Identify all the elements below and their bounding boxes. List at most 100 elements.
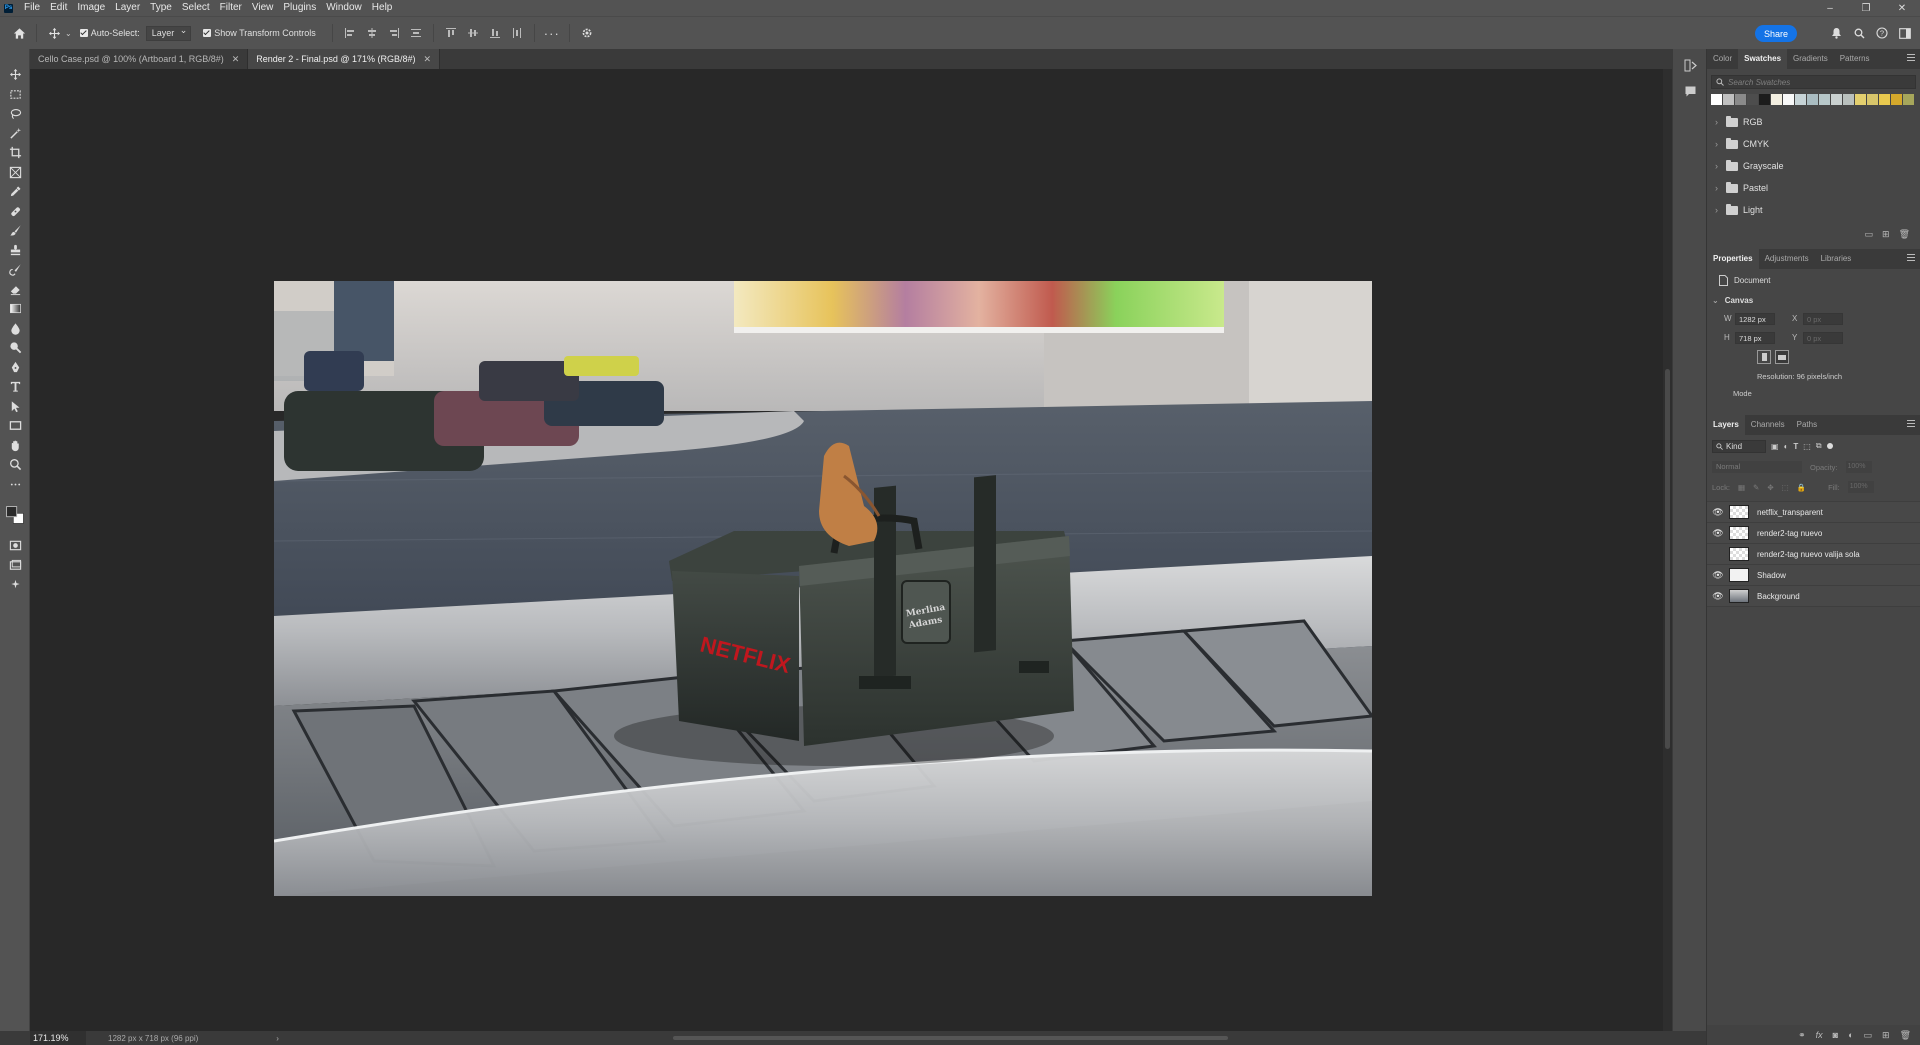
menu-view[interactable]: View [247,0,279,16]
align-right-icon[interactable] [383,22,405,44]
image-filter-icon[interactable]: ▣ [1771,442,1779,451]
swatch[interactable] [1891,94,1902,105]
menu-file[interactable]: File [19,0,45,16]
width-field[interactable]: 1282 px [1735,312,1775,325]
layer-row-shadow[interactable]: 👁 Shadow [1707,565,1920,586]
swatch-search-input[interactable]: Search Swatches [1711,75,1916,89]
frame-tool-icon[interactable] [0,163,30,183]
new-group-icon[interactable]: ▭ [1864,1030,1873,1041]
help-icon[interactable]: ? [1875,26,1889,40]
magic-wand-tool-icon[interactable] [0,124,30,144]
comments-panel-icon[interactable] [1673,81,1707,101]
align-top-icon[interactable] [440,22,462,44]
swatch-group-rgb[interactable]: › RGB [1707,111,1920,133]
type-filter-icon[interactable]: T [1793,442,1798,451]
close-window-icon[interactable]: ✕ [1884,0,1920,16]
tab-swatches[interactable]: Swatches [1738,49,1788,69]
tab-paths[interactable]: Paths [1791,415,1823,435]
document-canvas[interactable]: Merlina Adams NETFLIX [274,281,1372,896]
new-group-icon[interactable]: ▭ [1865,229,1874,240]
layer-kind-filter[interactable]: Kind [1712,439,1766,453]
move-tool-preset-icon[interactable] [43,22,65,44]
brush-tool-icon[interactable] [0,221,30,241]
generative-ai-icon[interactable] [0,575,30,595]
shape-filter-icon[interactable]: ⬚ [1803,442,1811,451]
landscape-orientation-icon[interactable] [1775,350,1789,364]
dodge-tool-icon[interactable] [0,338,30,358]
delete-layer-icon[interactable]: 🗑 [1900,1030,1911,1041]
swatch[interactable] [1747,94,1758,105]
layer-style-icon[interactable]: fx [1816,1030,1823,1040]
restore-icon[interactable]: ❐ [1848,0,1884,16]
menu-window[interactable]: Window [321,0,367,16]
tab-cello-case[interactable]: Cello Case.psd @ 100% (Artboard 1, RGB/8… [30,49,249,69]
visibility-eye-icon[interactable]: 👁 [1707,507,1729,518]
eyedropper-tool-icon[interactable] [0,182,30,202]
move-tool-icon[interactable] [0,65,30,85]
tab-render-2-final[interactable]: Render 2 - Final.psd @ 171% (RGB/8#) ✕ [248,49,441,69]
swatch[interactable] [1903,94,1914,105]
menu-filter[interactable]: Filter [215,0,247,16]
layer-row-render2-tag-nuevo[interactable]: 👁 render2-tag nuevo [1707,523,1920,544]
history-panel-icon[interactable] [1673,55,1707,75]
panel-menu-icon[interactable] [1907,54,1915,62]
notification-bell-icon[interactable] [1829,26,1843,40]
visibility-eye-icon[interactable]: 👁 [1707,591,1729,602]
smart-object-filter-icon[interactable]: ⧉ [1816,441,1822,451]
vertical-scroll-thumb[interactable] [1665,369,1670,749]
auto-select-checkbox[interactable]: Auto-Select: [79,28,140,38]
menu-plugins[interactable]: Plugins [278,0,321,16]
tab-color[interactable]: Color [1707,49,1738,69]
swatch-group-light[interactable]: › Light [1707,199,1920,221]
visibility-eye-icon[interactable]: 👁 [1707,570,1729,581]
swatch[interactable] [1819,94,1830,105]
distribute-horizontal-icon[interactable] [405,22,427,44]
layer-row-netflix-transparent[interactable]: 👁 netflix_transparent [1707,502,1920,523]
swatch[interactable] [1783,94,1794,105]
workspace-layout-icon[interactable] [1898,26,1912,40]
tab-adjustments[interactable]: Adjustments [1759,249,1815,269]
clone-stamp-tool-icon[interactable] [0,241,30,261]
eraser-tool-icon[interactable] [0,280,30,300]
add-mask-icon[interactable]: ◙ [1833,1030,1838,1040]
show-transform-checkbox[interactable]: Show Transform Controls [203,28,316,38]
healing-brush-tool-icon[interactable] [0,202,30,222]
adjustment-filter-icon[interactable]: ◐ [1784,442,1789,451]
swatch[interactable] [1807,94,1818,105]
search-icon[interactable] [1852,26,1866,40]
marquee-tool-icon[interactable] [0,85,30,105]
rectangle-tool-icon[interactable] [0,416,30,436]
foreground-background-color-icon[interactable] [0,502,30,528]
canvas-section-header[interactable]: ⌄ Canvas [1707,291,1920,309]
tab-libraries[interactable]: Libraries [1815,249,1858,269]
preset-chevron-icon[interactable]: ⌄ [65,29,72,38]
filter-toggle-icon[interactable] [1826,443,1833,449]
settings-gear-icon[interactable] [576,22,598,44]
swatch[interactable] [1831,94,1842,105]
layer-row-background[interactable]: 👁 Background [1707,586,1920,607]
history-brush-tool-icon[interactable] [0,260,30,280]
auto-select-dropdown[interactable]: Layer [145,25,192,41]
swatch-group-cmyk[interactable]: › CMYK [1707,133,1920,155]
align-bottom-icon[interactable] [484,22,506,44]
align-middle-icon[interactable] [462,22,484,44]
minimize-icon[interactable]: – [1812,0,1848,16]
layer-row-render2-tag-nuevo-valija-sola[interactable]: render2-tag nuevo valija sola [1707,544,1920,565]
link-layers-icon[interactable]: ⚭ [1798,1030,1806,1041]
edit-toolbar-icon[interactable] [0,475,30,495]
zoom-tool-icon[interactable] [0,455,30,475]
swatch[interactable] [1711,94,1722,105]
panel-menu-icon[interactable] [1907,420,1915,428]
path-selection-tool-icon[interactable] [0,397,30,417]
status-expand-icon[interactable]: › [276,1034,279,1043]
menu-select[interactable]: Select [177,0,215,16]
height-field[interactable]: 718 px [1735,331,1775,344]
horizontal-scroll-thumb[interactable] [673,1036,1228,1040]
swatch-group-pastel[interactable]: › Pastel [1707,177,1920,199]
portrait-orientation-icon[interactable] [1757,350,1771,364]
new-adjustment-icon[interactable]: ◐ [1848,1030,1853,1040]
menu-help[interactable]: Help [367,0,398,16]
document-info[interactable]: 1282 px x 718 px (96 ppi) [108,1034,198,1043]
tab-channels[interactable]: Channels [1745,415,1791,435]
pen-tool-icon[interactable] [0,358,30,378]
